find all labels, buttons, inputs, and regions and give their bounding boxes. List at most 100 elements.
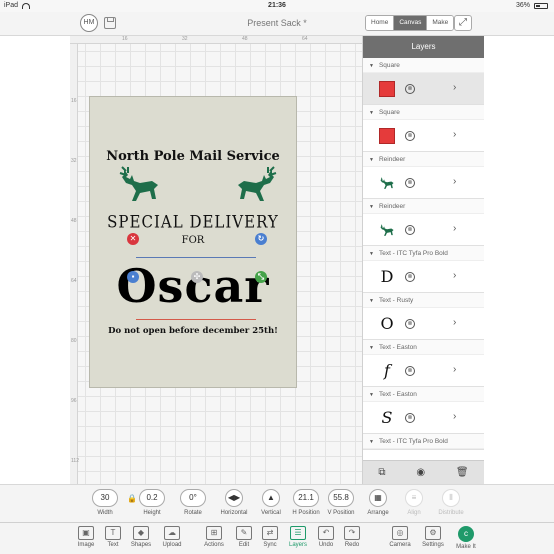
align-control[interactable]: ≡ Align [399, 489, 429, 516]
delete-icon[interactable]: 🗑 [456, 467, 469, 478]
toolbar-redo[interactable]: ↷ Redo [337, 526, 367, 548]
rotate-handle-icon[interactable]: ↻ [255, 233, 267, 245]
reindeer-right-icon[interactable] [234, 165, 278, 205]
reindeer-left-icon[interactable] [118, 165, 162, 205]
visibility-icon[interactable]: ⊗ [405, 84, 415, 94]
collapse-icon[interactable]: ▼ [369, 106, 374, 121]
layer-group[interactable]: ▼ Text - ITC Tyfa Pro Bold [363, 434, 484, 450]
tab-home[interactable]: Home [366, 16, 395, 30]
toolbar-sync[interactable]: ⇄ Sync [255, 526, 285, 548]
toolbar-settings[interactable]: ⚙ Settings [418, 526, 448, 548]
align-icon[interactable]: ≡ [405, 489, 423, 507]
chevron-right-icon[interactable]: › [453, 223, 456, 234]
collapse-icon[interactable]: ▼ [369, 388, 374, 403]
reindeer-thumb-icon [380, 177, 394, 189]
chevron-right-icon[interactable]: › [453, 176, 456, 187]
group-icon[interactable]: ⧉ [378, 467, 385, 478]
ruler-left: 16 32 48 64 80 96 112 [70, 44, 79, 484]
lock-handle-icon[interactable]: ▪ [127, 271, 139, 283]
arrange-control[interactable]: ▦ Arrange [363, 489, 393, 516]
scale-handle-icon[interactable]: ⤡ [255, 271, 267, 283]
rotate-control[interactable]: 0° Rotate [178, 489, 208, 516]
visibility-icon[interactable]: ⊗ [405, 225, 415, 235]
layer-group[interactable]: ▼ Square ⊗ › [363, 105, 484, 152]
ruler-tick: 112 [71, 458, 79, 464]
toolbar-shapes[interactable]: ◆ Shapes [126, 526, 156, 548]
distribute-control[interactable]: ⦀ Distribute [434, 489, 468, 516]
v-position-label: V Position [327, 510, 355, 516]
footer-text[interactable]: Do not open before december 25th! [90, 326, 296, 336]
layer-group[interactable]: ▼ Text - Rusty O ⊗ › [363, 293, 484, 340]
visibility-icon[interactable]: ⊗ [405, 131, 415, 141]
chevron-right-icon[interactable]: › [453, 317, 456, 328]
h-position-input[interactable]: 21.1 [293, 489, 319, 507]
layer-group[interactable]: ▼ Text - Easton f ⊗ › [363, 340, 484, 387]
layer-row[interactable]: ⊗ › [363, 120, 484, 151]
delete-handle-icon[interactable]: ✕ [127, 233, 139, 245]
special-delivery-text[interactable]: SPECIAL DELIVERY [90, 212, 296, 232]
height-control[interactable]: 0.2 Height [137, 489, 167, 516]
layer-row[interactable]: ⊗ › [363, 73, 484, 104]
h-position-control[interactable]: 21.1 H Position [289, 489, 323, 516]
toolbar-upload[interactable]: ☁ Upload [157, 526, 187, 548]
tab-canvas[interactable]: Canvas [394, 16, 428, 30]
flip-horizontal-icon[interactable]: ◀▶ [225, 489, 243, 507]
tab-make[interactable]: Make [427, 16, 454, 30]
layer-row[interactable]: ⊗ › [363, 214, 484, 245]
toolbar-text[interactable]: T Text [98, 526, 128, 548]
chevron-right-icon[interactable]: › [453, 82, 456, 93]
toolbar-camera[interactable]: ◎ Camera [385, 526, 415, 548]
collapse-icon[interactable]: ▼ [369, 59, 374, 74]
flip-vertical-control[interactable]: ▲ Vertical [256, 489, 286, 516]
chevron-right-icon[interactable]: › [453, 364, 456, 375]
layer-group[interactable]: ▼ Reindeer ⊗ › [363, 152, 484, 199]
battery-icon [534, 2, 548, 9]
layer-row[interactable]: O ⊗ › [363, 308, 484, 339]
name-text[interactable]: Oscar [90, 259, 296, 313]
ruler-top: 16 32 48 64 [70, 36, 362, 44]
flip-horizontal-control[interactable]: ◀▶ Horizontal [216, 489, 252, 516]
rotate-input[interactable]: 0° [180, 489, 206, 507]
layer-group[interactable]: ▼ Square ⊗ › [363, 58, 484, 105]
visibility-icon[interactable]: ⊗ [405, 366, 415, 376]
visibility-icon[interactable]: ⊗ [405, 178, 415, 188]
visibility-icon[interactable]: ◉ [416, 467, 425, 478]
toolbar-image[interactable]: ▣ Image [71, 526, 101, 548]
layer-group[interactable]: ▼ Text - ITC Tyfa Pro Bold D ⊗ › [363, 246, 484, 293]
toolbar-actions[interactable]: ⊞ Actions [199, 526, 229, 548]
layer-group[interactable]: ▼ Reindeer ⊗ › [363, 199, 484, 246]
text-thumb: S [381, 408, 393, 427]
layer-row[interactable]: S ⊗ › [363, 402, 484, 433]
layer-row[interactable]: f ⊗ › [363, 355, 484, 386]
arrange-icon[interactable]: ▦ [369, 489, 387, 507]
lock-icon[interactable]: 🔒 [127, 494, 137, 503]
layer-row[interactable]: ⊗ › [363, 167, 484, 198]
layer-group[interactable]: ▼ Text - Easton S ⊗ › [363, 387, 484, 434]
toolbar-layers[interactable]: ☰ Layers [283, 526, 313, 548]
distribute-icon[interactable]: ⦀ [442, 489, 460, 507]
v-position-control[interactable]: 55.8 V Position [324, 489, 358, 516]
collapse-icon[interactable]: ▼ [369, 341, 374, 356]
collapse-icon[interactable]: ▼ [369, 435, 374, 450]
layer-row[interactable]: D ⊗ › [363, 261, 484, 292]
visibility-icon[interactable]: ⊗ [405, 319, 415, 329]
height-input[interactable]: 0.2 [139, 489, 165, 507]
move-handle-icon[interactable]: ✣ [191, 271, 203, 283]
text-thumb: D [380, 267, 394, 286]
toolbar-make-it[interactable]: c Make It [451, 526, 481, 550]
chevron-right-icon[interactable]: › [453, 411, 456, 422]
visibility-icon[interactable]: ⊗ [405, 272, 415, 282]
chevron-right-icon[interactable]: › [453, 129, 456, 140]
chevron-right-icon[interactable]: › [453, 270, 456, 281]
reindeer-thumb-icon [380, 224, 394, 236]
collapse-icon[interactable]: ▼ [369, 247, 374, 262]
collapse-icon[interactable]: ▼ [369, 153, 374, 168]
v-position-input[interactable]: 55.8 [328, 489, 354, 507]
expand-icon[interactable]: ⤢ [454, 15, 472, 31]
collapse-icon[interactable]: ▼ [369, 294, 374, 309]
collapse-icon[interactable]: ▼ [369, 200, 374, 215]
width-input[interactable]: 30 [92, 489, 118, 507]
visibility-icon[interactable]: ⊗ [405, 413, 415, 423]
flip-vertical-icon[interactable]: ▲ [262, 489, 280, 507]
width-control[interactable]: 30 Width [90, 489, 120, 516]
